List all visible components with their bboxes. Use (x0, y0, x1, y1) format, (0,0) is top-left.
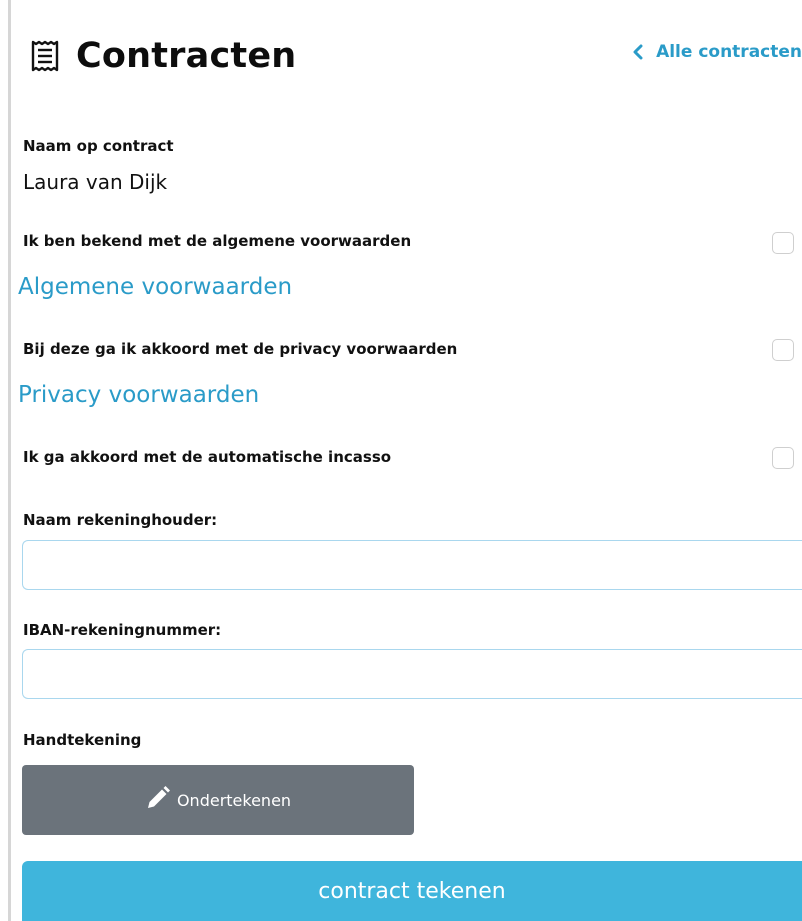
left-divider (8, 0, 11, 921)
pencil-icon (145, 785, 171, 811)
sign-contract-label: contract tekenen (318, 878, 506, 904)
account-holder-label: Naam rekeninghouder: (23, 511, 218, 529)
contract-page: Contracten Alle contracten Naam op contr… (0, 0, 802, 921)
contract-name-label: Naam op contract (23, 137, 174, 155)
direct-debit-label: Ik ga akkoord met de automatische incass… (23, 448, 392, 466)
all-contracts-label: Alle contracten (656, 42, 802, 62)
page-header: Contracten (30, 28, 296, 84)
sign-button[interactable]: Ondertekenen (22, 765, 414, 835)
sign-button-label: Ondertekenen (176, 790, 292, 810)
iban-label: IBAN-rekeningnummer: (23, 621, 222, 639)
terms-checkbox[interactable] (772, 232, 794, 254)
page-title: Contracten (76, 36, 297, 76)
signature-label: Handtekening (23, 731, 142, 749)
sign-contract-button[interactable]: contract tekenen (22, 861, 802, 921)
direct-debit-checkbox[interactable] (772, 447, 794, 469)
terms-agreement-label: Ik ben bekend met de algemene voorwaarde… (23, 232, 412, 250)
terms-link[interactable]: Algemene voorwaarden (18, 274, 292, 300)
chevron-left-icon (632, 44, 644, 60)
account-holder-input[interactable] (22, 540, 802, 590)
privacy-link[interactable]: Privacy voorwaarden (18, 382, 259, 408)
iban-input[interactable] (22, 649, 802, 699)
privacy-checkbox[interactable] (772, 339, 794, 361)
privacy-agreement-label: Bij deze ga ik akkoord met de privacy vo… (23, 340, 458, 358)
all-contracts-link[interactable]: Alle contracten (632, 42, 802, 62)
contract-name-value: Laura van Dijk (23, 170, 168, 194)
receipt-icon (30, 40, 60, 72)
